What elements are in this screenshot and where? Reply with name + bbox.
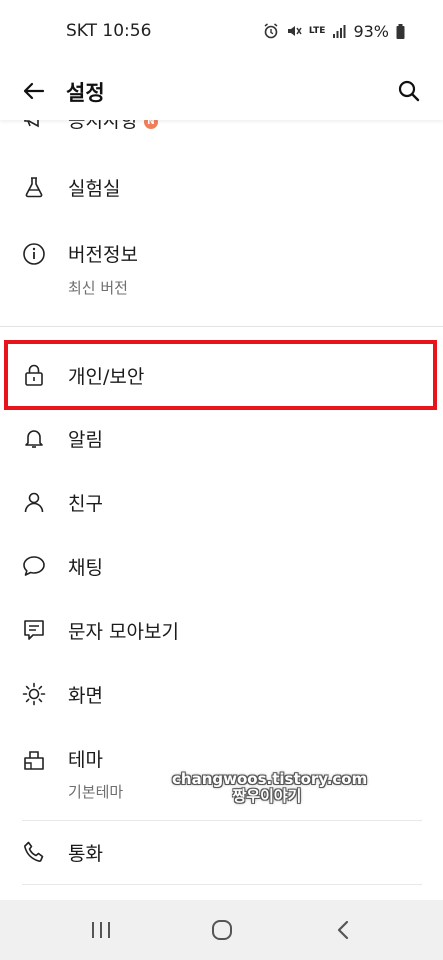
list-item-sublabel: 최신 버전 bbox=[68, 279, 128, 297]
list-item-version[interactable]: 버전정보 최신 버전 bbox=[0, 222, 443, 318]
paint-roller-icon bbox=[22, 748, 46, 772]
list-item-label: 문자 모아보기 bbox=[68, 621, 179, 643]
speech-bubble-icon bbox=[22, 554, 46, 578]
home-button[interactable] bbox=[202, 910, 242, 950]
back-arrow-icon[interactable] bbox=[22, 79, 46, 103]
megaphone-icon bbox=[22, 120, 46, 130]
recent-apps-button[interactable] bbox=[81, 910, 121, 950]
list-item-label: 채팅 bbox=[68, 557, 103, 579]
back-button[interactable] bbox=[323, 910, 363, 950]
search-icon[interactable] bbox=[397, 79, 421, 103]
list-item-label: 테마 bbox=[68, 749, 103, 771]
list-item-label: 개인/보안 bbox=[68, 366, 145, 388]
list-item-friends[interactable]: 친구 bbox=[0, 474, 443, 538]
navigation-bar bbox=[0, 900, 443, 960]
list-item-label: 알림 bbox=[68, 429, 103, 451]
new-badge: N bbox=[143, 120, 158, 129]
status-bar: SKT 10:56 LTE 93% bbox=[0, 0, 443, 62]
status-time: SKT 10:56 bbox=[66, 21, 152, 41]
watermark: changwoos.tistory.com 짱우이야기 bbox=[172, 770, 368, 805]
flask-icon bbox=[22, 175, 46, 199]
battery-text: 93% bbox=[353, 21, 389, 41]
battery-icon bbox=[396, 23, 405, 39]
lock-icon bbox=[22, 363, 46, 387]
list-item-calls[interactable]: 통화 bbox=[0, 820, 443, 884]
bell-icon bbox=[22, 426, 46, 450]
item-divider bbox=[22, 884, 422, 885]
list-item-label: 화면 bbox=[68, 685, 103, 707]
list-item-privacy[interactable]: 개인/보안 bbox=[0, 340, 443, 410]
section-divider bbox=[0, 326, 443, 327]
list-item-sublabel: 기본테마 bbox=[68, 783, 124, 801]
list-item-sms[interactable]: 문자 모아보기 bbox=[0, 602, 443, 666]
message-box-icon bbox=[22, 618, 46, 642]
list-item-display[interactable]: 화면 bbox=[0, 666, 443, 730]
page-title: 설정 bbox=[66, 81, 105, 105]
list-item-labs[interactable]: 실험실 bbox=[0, 152, 443, 222]
signal-icon bbox=[332, 24, 346, 38]
watermark-url: changwoos.tistory.com bbox=[172, 770, 368, 788]
alarm-icon bbox=[263, 23, 279, 39]
watermark-blog-name: 짱우이야기 bbox=[232, 787, 302, 805]
list-item-label: 버전정보 bbox=[68, 244, 138, 266]
brightness-icon bbox=[22, 682, 46, 706]
list-item-chats[interactable]: 채팅 bbox=[0, 538, 443, 602]
list-item-label: 공지사항 bbox=[68, 120, 138, 132]
list-item-notice[interactable]: 공지사항 N bbox=[0, 120, 443, 146]
mute-icon bbox=[286, 23, 302, 39]
info-icon bbox=[22, 242, 46, 266]
app-bar: 설정 bbox=[0, 62, 443, 120]
list-item-notifications[interactable]: 알림 bbox=[0, 410, 443, 474]
list-item-label: 실험실 bbox=[68, 178, 121, 200]
status-icons: LTE 93% bbox=[263, 22, 405, 41]
person-icon bbox=[22, 490, 46, 514]
list-item-label: 친구 bbox=[68, 493, 103, 515]
list-item-label: 통화 bbox=[68, 843, 103, 865]
phone-icon bbox=[22, 840, 46, 864]
lte-icon: LTE bbox=[308, 25, 326, 36]
